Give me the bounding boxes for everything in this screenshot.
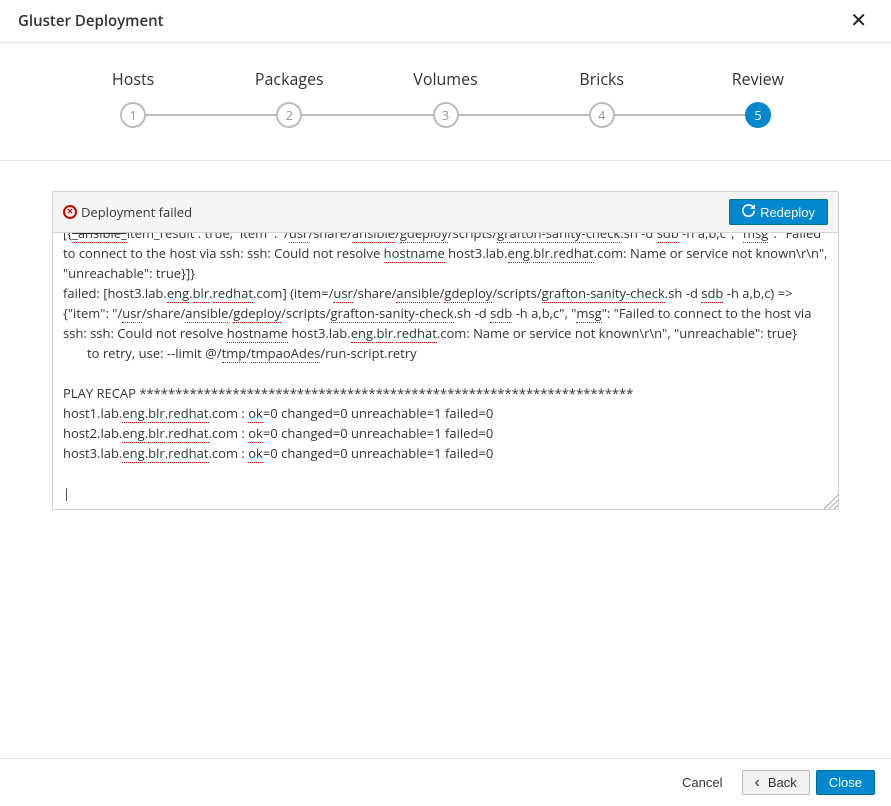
deployment-status: Deployment failed xyxy=(63,203,192,221)
wizard-steps-container: Hosts 1 Packages 2 Volumes 3 Bricks 4 Re… xyxy=(0,43,891,160)
modal-footer: Cancel Back Close xyxy=(0,758,891,806)
back-button[interactable]: Back xyxy=(742,770,810,795)
status-text: Deployment failed xyxy=(81,203,192,221)
cancel-button[interactable]: Cancel xyxy=(669,770,735,795)
wizard-step-hosts[interactable]: Hosts 1 xyxy=(55,68,211,128)
step-number: 5 xyxy=(745,102,771,128)
step-label: Review xyxy=(680,68,836,90)
wizard-step-bricks[interactable]: Bricks 4 xyxy=(524,68,680,128)
step-number: 1 xyxy=(120,102,146,128)
redeploy-label: Redeploy xyxy=(760,205,815,220)
wizard-step-volumes[interactable]: Volumes 3 xyxy=(367,68,523,128)
step-number: 3 xyxy=(433,102,459,128)
close-icon[interactable]: ✕ xyxy=(844,10,873,32)
redeploy-button[interactable]: Redeploy xyxy=(729,199,828,225)
step-label: Packages xyxy=(211,68,367,90)
refresh-icon xyxy=(742,204,755,220)
wizard-step-packages[interactable]: Packages 2 xyxy=(211,68,367,128)
error-icon xyxy=(63,205,77,219)
step-label: Volumes xyxy=(367,68,523,90)
wizard-steps: Hosts 1 Packages 2 Volumes 3 Bricks 4 Re… xyxy=(0,43,891,128)
deployment-panel: Deployment failed Redeploy [{_ansible_it… xyxy=(52,191,839,510)
log-output-wrapper: [{_ansible_item_result : true, item : /u… xyxy=(53,233,838,509)
close-button[interactable]: Close xyxy=(816,770,875,795)
panel-heading: Deployment failed Redeploy xyxy=(53,192,838,233)
step-number: 4 xyxy=(589,102,615,128)
modal-header: Gluster Deployment ✕ xyxy=(0,0,891,43)
log-output[interactable]: [{_ansible_item_result : true, item : /u… xyxy=(53,233,838,509)
step-label: Bricks xyxy=(524,68,680,90)
step-number: 2 xyxy=(276,102,302,128)
chevron-left-icon xyxy=(755,775,763,790)
modal-title: Gluster Deployment xyxy=(18,11,164,31)
content-area: Deployment failed Redeploy [{_ansible_it… xyxy=(0,161,891,758)
step-label: Hosts xyxy=(55,68,211,90)
wizard-step-review[interactable]: Review 5 xyxy=(680,68,836,128)
